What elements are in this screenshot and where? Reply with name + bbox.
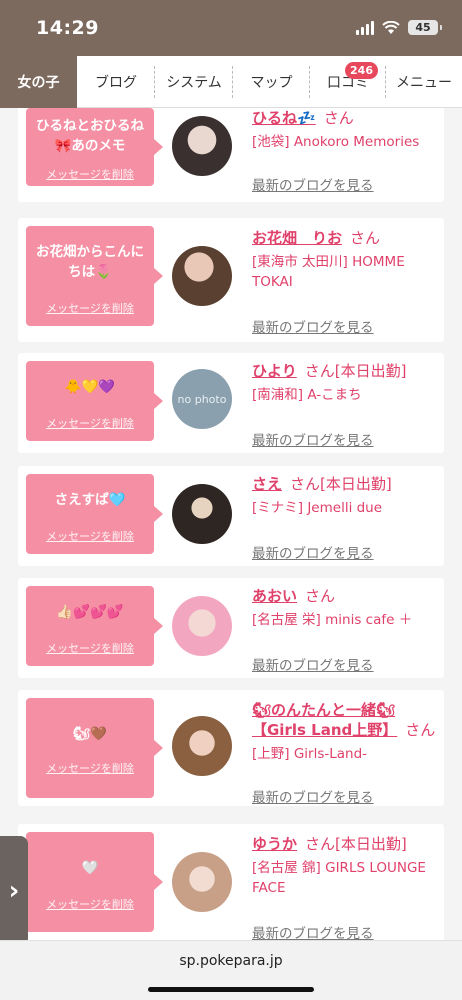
girl-info: ひより さん[本日出勤] [南浦和] A-こまち 最新のブログを見る (252, 361, 438, 449)
delete-message-link[interactable]: メッセージを削除 (26, 640, 154, 656)
girl-name-link[interactable]: ゆうか (252, 835, 297, 853)
message-text: 👍🏻💕💕💕 (56, 604, 124, 620)
browser-url-bar[interactable]: sp.pokepara.jp (0, 940, 462, 1000)
list-item: 👍🏻💕💕💕 メッセージを削除 あおい さん [名古屋 栄] minis cafe … (18, 578, 444, 678)
tab-system[interactable]: システム (155, 56, 233, 108)
girl-name-link[interactable]: 🐿のんたんと一緒🐿【Girls Land上野】 (252, 701, 397, 739)
home-indicator[interactable] (148, 987, 314, 992)
delete-message-link[interactable]: メッセージを削除 (26, 415, 154, 431)
avatar[interactable] (172, 716, 232, 776)
top-nav: 女の子 ブログ システム マップ 口コミ 246 メニュー (0, 56, 462, 108)
tab-blog[interactable]: ブログ (77, 56, 155, 108)
honorific: さん (305, 587, 336, 605)
message-text: お花畑からこんにちは🌷 (36, 244, 144, 280)
wifi-icon (382, 20, 400, 34)
status-time: 14:29 (36, 17, 99, 39)
girl-info: ゆうか さん[本日出勤] [名古屋 錦] GIRLS LOUNGE FACE 最新… (252, 834, 438, 940)
avatar[interactable] (172, 246, 232, 306)
tab-label: ブログ (95, 75, 137, 91)
status-bar: 14:29 45 (0, 0, 462, 56)
tab-reviews[interactable]: 口コミ 246 (310, 56, 386, 108)
chevron-right-icon: › (8, 876, 20, 906)
girl-name-link[interactable]: あおい (252, 587, 297, 605)
url-text[interactable]: sp.pokepara.jp (0, 953, 462, 969)
shop-text[interactable]: [名古屋 栄] minis cafe ＋ (252, 610, 438, 630)
message-bubble: 🤍 メッセージを削除 (26, 832, 163, 932)
latest-blog-link[interactable]: 最新のブログを見る (252, 922, 374, 940)
delete-message-link[interactable]: メッセージを削除 (26, 760, 154, 776)
tab-label: 女の子 (17, 75, 60, 91)
honorific: さん (305, 835, 336, 853)
shop-text[interactable]: [東海市 太田川] HOMME TOKAI (252, 252, 438, 292)
latest-blog-link[interactable]: 最新のブログを見る (252, 654, 374, 674)
list-item: 🐿🤎 メッセージを削除 🐿のんたんと一緒🐿【Girls Land上野】 さん [上… (18, 690, 444, 806)
girl-info: ひるね💤 さん [池袋] Anokoro Memories 最新のブログを見る (252, 108, 438, 194)
message-text: 🐿🤎 (73, 726, 107, 742)
tab-label: システム (166, 75, 222, 91)
side-drawer-toggle[interactable]: › (0, 836, 28, 946)
message-bubble: さえすぱ🩵 メッセージを削除 (26, 474, 163, 554)
status-icons: 45 (356, 20, 442, 35)
message-bubble: お花畑からこんにちは🌷 メッセージを削除 (26, 226, 163, 326)
shop-text[interactable]: [上野] Girls-Land- (252, 744, 438, 764)
tab-label: マップ (250, 75, 293, 91)
honorific: さん (323, 109, 354, 127)
avatar[interactable] (172, 596, 232, 656)
girl-info: あおい さん [名古屋 栄] minis cafe ＋ 最新のブログを見る (252, 586, 438, 674)
girl-info: お花畑 りお さん [東海市 太田川] HOMME TOKAI 最新のブログを見る (252, 228, 438, 336)
favorite-list: ひるねとおひるね🎀あのメモ メッセージを削除 ひるね💤 さん [池袋] Anoko… (0, 108, 462, 940)
delete-message-link[interactable]: メッセージを削除 (26, 528, 154, 544)
list-item: 🤍 メッセージを削除 ゆうか さん[本日出勤] [名古屋 錦] GIRLS LOU… (18, 824, 444, 940)
tab-label: メニュー (396, 75, 452, 91)
girl-name-link[interactable]: ひより (252, 362, 297, 380)
honorific: さん (290, 475, 321, 493)
honorific: さん (405, 721, 436, 739)
honorific: さん (304, 362, 335, 380)
shop-text[interactable]: [池袋] Anokoro Memories (252, 132, 438, 152)
list-item: 🐥💛💜 メッセージを削除 no photo ひより さん[本日出勤] [南浦和] … (18, 353, 444, 453)
message-text: 🤍 (81, 860, 99, 876)
working-today-tag: [本日出勤] (334, 362, 407, 380)
signal-icon (356, 20, 374, 35)
list-item: お花畑からこんにちは🌷 メッセージを削除 お花畑 りお さん [東海市 太田川] … (18, 218, 444, 342)
shop-text[interactable]: [ミナミ] Jemelli due (252, 498, 438, 518)
tab-menu[interactable]: メニュー (386, 56, 462, 108)
avatar[interactable]: no photo (172, 369, 232, 429)
girl-name-link[interactable]: ひるね💤 (252, 109, 316, 127)
message-bubble: 🐿🤎 メッセージを削除 (26, 698, 163, 798)
working-today-tag: [本日出勤] (320, 475, 392, 493)
latest-blog-link[interactable]: 最新のブログを見る (252, 316, 374, 336)
tab-map[interactable]: マップ (233, 56, 310, 108)
battery-icon: 45 (408, 20, 442, 35)
avatar[interactable] (172, 116, 232, 176)
message-text: 🐥💛💜 (64, 379, 116, 395)
latest-blog-link[interactable]: 最新のブログを見る (252, 429, 374, 449)
message-bubble: 👍🏻💕💕💕 メッセージを削除 (26, 586, 163, 666)
delete-message-link[interactable]: メッセージを削除 (26, 300, 154, 316)
message-text: ひるねとおひるね🎀あのメモ (36, 118, 144, 154)
avatar[interactable] (172, 852, 232, 912)
girl-name-link[interactable]: さえ (252, 475, 282, 493)
delete-message-link[interactable]: メッセージを削除 (26, 896, 154, 912)
latest-blog-link[interactable]: 最新のブログを見る (252, 542, 374, 562)
avatar[interactable] (172, 484, 232, 544)
girl-name-link[interactable]: お花畑 りお (252, 229, 342, 247)
list-item: ひるねとおひるね🎀あのメモ メッセージを削除 ひるね💤 さん [池袋] Anoko… (18, 108, 444, 202)
working-today-tag: [本日出勤] (335, 835, 407, 853)
message-bubble: 🐥💛💜 メッセージを削除 (26, 361, 163, 441)
message-bubble: ひるねとおひるね🎀あのメモ メッセージを削除 (26, 108, 163, 186)
honorific: さん (350, 229, 381, 247)
no-photo-label: no photo (177, 392, 227, 406)
shop-text[interactable]: [名古屋 錦] GIRLS LOUNGE FACE (252, 858, 438, 898)
delete-message-link[interactable]: メッセージを削除 (26, 166, 154, 182)
girl-info: 🐿のんたんと一緒🐿【Girls Land上野】 さん [上野] Girls-Lan… (252, 700, 438, 806)
shop-text[interactable]: [南浦和] A-こまち (252, 385, 438, 405)
tab-girls[interactable]: 女の子 (0, 56, 77, 108)
list-item: さえすぱ🩵 メッセージを削除 さえ さん[本日出勤] [ミナミ] Jemelli … (18, 466, 444, 566)
latest-blog-link[interactable]: 最新のブログを見る (252, 174, 374, 194)
latest-blog-link[interactable]: 最新のブログを見る (252, 786, 374, 806)
reviews-count-badge: 246 (345, 62, 378, 79)
girl-info: さえ さん[本日出勤] [ミナミ] Jemelli due 最新のブログを見る (252, 474, 438, 562)
message-text: さえすぱ🩵 (54, 492, 126, 508)
